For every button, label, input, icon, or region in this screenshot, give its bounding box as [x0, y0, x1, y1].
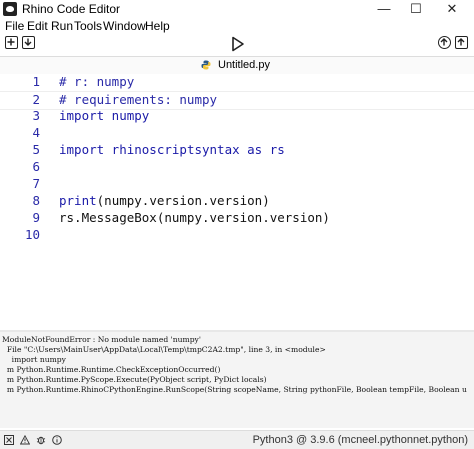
tab-bar: Untitled.py: [0, 56, 474, 75]
console-line: m Python.Runtime.PyScope.Execute(PyObjec…: [2, 375, 267, 384]
line-number: 5: [32, 142, 40, 157]
download-button[interactable]: [22, 36, 35, 49]
save-button[interactable]: [455, 36, 468, 49]
code-line[interactable]: 3 import numpy: [0, 108, 474, 125]
bug-icon[interactable]: [36, 435, 46, 445]
code-text: # r: numpy: [59, 74, 135, 89]
arrow-down-icon: [24, 38, 32, 46]
output-console: ModuleNotFoundError : No module named 'n…: [0, 332, 474, 428]
code-text: import numpy: [59, 108, 150, 123]
code-line[interactable]: 6: [0, 159, 474, 176]
menu-bar: File Edit Run Tools Window Help: [0, 18, 474, 34]
code-text: rs.MessageBox(numpy.version.version): [59, 210, 330, 225]
window-title: Rhino Code Editor: [22, 2, 121, 16]
upload-button[interactable]: [438, 36, 451, 49]
status-bar: Python3 @ 3.9.6 (mcneel.pythonnet.python…: [0, 430, 474, 449]
new-file-button[interactable]: [5, 36, 18, 49]
line-number: 4: [32, 125, 40, 140]
console-line: m Python.Runtime.RhinoCPythonEngine.RunS…: [2, 385, 467, 394]
code-line[interactable]: 9 rs.MessageBox(numpy.version.version): [0, 210, 474, 227]
line-number: 8: [32, 193, 40, 208]
title-bar: Rhino Code Editor — ☐ ✕: [0, 0, 474, 18]
line-number: 3: [32, 108, 40, 123]
console-line: m Python.Runtime.Runtime.CheckExceptionO…: [2, 365, 221, 374]
tab-label: Untitled.py: [218, 59, 270, 71]
menu-edit[interactable]: Edit: [27, 19, 48, 33]
line-number: 1: [32, 74, 40, 89]
code-line[interactable]: 7: [0, 176, 474, 193]
line-number: 9: [32, 210, 40, 225]
code-text: import rhinoscriptsyntax as rs: [59, 142, 285, 157]
code-line[interactable]: 8 print(numpy.version.version): [0, 193, 474, 210]
warning-icon[interactable]: [20, 435, 30, 445]
code-line[interactable]: 1 # r: numpy: [0, 74, 474, 91]
python-runtime-status[interactable]: Python3 @ 3.9.6 (mcneel.pythonnet.python…: [253, 434, 468, 446]
rhino-app-icon: [3, 2, 17, 16]
code-line[interactable]: 5 import rhinoscriptsyntax as rs: [0, 142, 474, 159]
menu-tools[interactable]: Tools: [74, 19, 102, 33]
code-text: # requirements: numpy: [59, 92, 218, 107]
line-number: 2: [32, 92, 40, 107]
code-text: print(numpy.version.version): [59, 193, 270, 208]
run-button[interactable]: [231, 36, 245, 52]
arrow-up-box-icon: [457, 38, 465, 46]
code-line[interactable]: 4: [0, 125, 474, 142]
tab-untitled-py[interactable]: Untitled.py: [199, 57, 275, 74]
console-line: File "C:\Users\MainUser\AppData\Local\Te…: [2, 345, 326, 354]
menu-run[interactable]: Run: [51, 19, 73, 33]
line-number: 7: [32, 176, 40, 191]
menu-file[interactable]: File: [5, 19, 24, 33]
clear-icon[interactable]: [4, 435, 14, 445]
line-number: 6: [32, 159, 40, 174]
minimize-button[interactable]: —: [369, 0, 399, 18]
console-line: import numpy: [2, 355, 66, 364]
menu-window[interactable]: Window: [103, 19, 146, 33]
console-line: ModuleNotFoundError : No module named 'n…: [2, 335, 201, 344]
info-icon[interactable]: [52, 435, 62, 445]
arrow-up-icon: [440, 38, 448, 46]
toolbar: [0, 34, 474, 54]
code-line[interactable]: 10: [0, 227, 474, 244]
line-number: 10: [24, 227, 40, 242]
maximize-button[interactable]: ☐: [401, 0, 431, 18]
python-icon: [201, 60, 211, 70]
play-icon: [232, 36, 244, 52]
menu-help[interactable]: Help: [145, 19, 170, 33]
close-button[interactable]: ✕: [437, 0, 467, 18]
plus-icon: [7, 38, 15, 46]
code-editor[interactable]: 1 # r: numpy 2 # requirements: numpy 3 import…: [0, 74, 474, 330]
